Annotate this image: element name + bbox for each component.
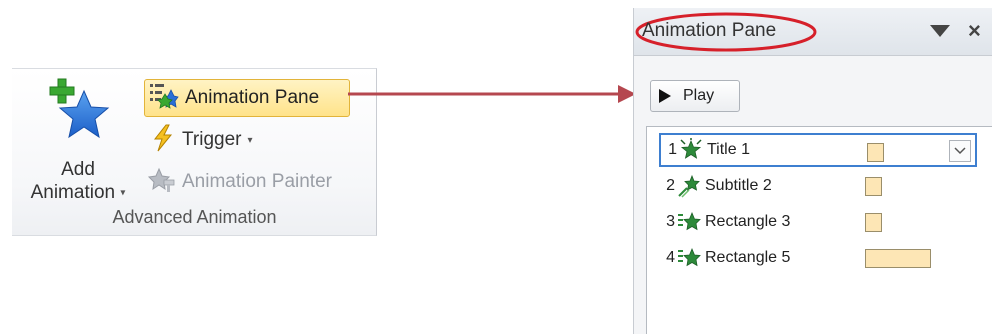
list-item[interactable]: 4 Rectangle 5 [659, 241, 977, 275]
add-animation-label-text: Animation [30, 182, 116, 203]
item-number: 4 [666, 249, 675, 266]
item-name: Title 1 [707, 141, 750, 158]
add-animation-label-line1: Add [61, 159, 95, 180]
animation-pane-button[interactable]: Animation Pane [144, 79, 350, 117]
play-icon [659, 89, 671, 103]
pane-header: Animation Pane × [634, 8, 992, 56]
add-animation-label-line2: Animation ▾ [14, 182, 142, 204]
wipe-effect-icon [677, 210, 701, 234]
item-name: Rectangle 3 [705, 213, 791, 230]
list-item[interactable]: 3 Rectangle 3 [659, 205, 977, 239]
item-name: Subtitle 2 [705, 177, 772, 194]
lightning-icon [150, 124, 176, 157]
item-dropdown-button[interactable] [949, 140, 971, 162]
list-item[interactable]: 1 Title 1 [659, 133, 977, 167]
close-icon[interactable]: × [968, 18, 981, 44]
add-animation-star-icon [48, 77, 110, 139]
animation-pane-button-label: Animation Pane [185, 87, 320, 108]
triangle-down-icon[interactable] [929, 23, 951, 39]
item-number: 2 [666, 177, 675, 194]
chevron-down-icon: ▾ [247, 134, 253, 146]
chevron-down-icon: ▾ [120, 187, 126, 199]
item-number: 3 [666, 213, 675, 230]
advanced-animation-group: Add Animation ▾ Animation Pane Trigger ▾… [12, 68, 377, 236]
timing-bar[interactable] [865, 177, 882, 196]
list-item[interactable]: 2 Subtitle 2 [659, 169, 977, 203]
entrance-effect-icon [679, 138, 703, 162]
animation-painter-icon [146, 166, 176, 199]
play-button[interactable]: Play [650, 80, 740, 112]
chevron-down-icon [954, 147, 966, 155]
trigger-button-label: Trigger [182, 129, 242, 150]
animation-painter-button[interactable]: Animation Painter [146, 166, 332, 198]
item-number: 1 [668, 141, 677, 158]
timing-bar[interactable] [865, 213, 882, 232]
timing-bar[interactable] [867, 143, 884, 162]
animation-painter-button-label: Animation Painter [182, 171, 332, 192]
add-animation-button[interactable]: Add Animation ▾ [14, 77, 142, 203]
play-button-label: Play [683, 87, 715, 104]
trigger-button[interactable]: Trigger ▾ [150, 124, 253, 156]
animation-pane-icon [149, 82, 179, 115]
animation-list: 1 Title 1 2 Subtitle 2 3 Rectangle 3 4 R… [646, 126, 992, 334]
animation-pane: Animation Pane × Play 1 Title 1 2 Subtit… [633, 8, 992, 334]
wipe-effect-icon [677, 246, 701, 270]
group-label: Advanced Animation [112, 207, 277, 227]
pane-title: Animation Pane [642, 20, 777, 41]
connector-arrow-icon [348, 85, 636, 103]
timing-bar[interactable] [865, 249, 931, 268]
item-name: Rectangle 5 [705, 249, 791, 266]
fly-in-effect-icon [677, 174, 701, 198]
